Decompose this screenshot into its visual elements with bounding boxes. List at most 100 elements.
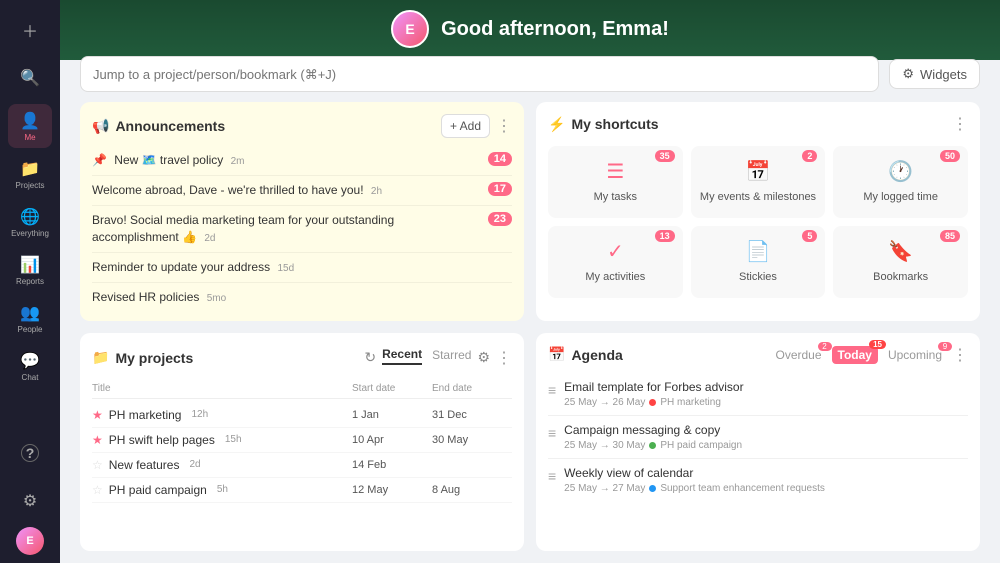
- projects-card: 📁 My projects ↻ Recent Starred ⚙ ⋮ Title…: [80, 333, 524, 552]
- user-avatar-header: E: [391, 10, 429, 48]
- projects-tabs: Recent Starred: [382, 345, 471, 365]
- bookmarks-label: Bookmarks: [873, 270, 928, 284]
- project-name-2: ★ PH swift help pages 15h: [92, 433, 352, 447]
- projects-more-button[interactable]: ⋮: [496, 348, 512, 368]
- agenda-item-1[interactable]: ≡ Email template for Forbes advisor 25 M…: [548, 373, 968, 416]
- agenda-dot-2: [649, 442, 656, 449]
- filter-icon[interactable]: ⚙: [477, 349, 490, 366]
- sidebar-item-everything[interactable]: 🌐 Everything: [8, 200, 52, 244]
- announcements-more-button[interactable]: ⋮: [496, 116, 512, 136]
- shortcut-stickies[interactable]: 5 📄 Stickies: [691, 226, 826, 298]
- search-input[interactable]: [80, 56, 879, 92]
- sidebar-item-chat[interactable]: 💬 Chat: [8, 344, 52, 388]
- shortcut-tasks[interactable]: 35 ☰ My tasks: [548, 146, 683, 218]
- announcement-item-3[interactable]: Bravo! Social media marketing team for y…: [92, 206, 512, 253]
- events-icon: 📅: [746, 159, 771, 184]
- tasks-badge: 35: [655, 150, 675, 162]
- agenda-more-button[interactable]: ⋮: [952, 345, 968, 365]
- sidebar-item-help[interactable]: ?: [8, 431, 52, 475]
- sidebar-item-me[interactable]: 👤 Me: [8, 104, 52, 148]
- shortcut-logged-time[interactable]: 50 🕐 My logged time: [833, 146, 968, 218]
- widgets-label: Widgets: [920, 67, 967, 82]
- me-icon: 👤: [20, 111, 40, 131]
- shortcuts-icon: ⚡: [548, 116, 565, 133]
- agenda-tab-overdue[interactable]: Overdue 2: [769, 346, 827, 364]
- agenda-tabs: Overdue 2 Today 15 Upcoming 9 ⋮: [769, 345, 968, 365]
- tab-starred[interactable]: Starred: [432, 346, 471, 364]
- star-icon-1: ★: [92, 408, 103, 422]
- projects-actions: ↻ Recent Starred ⚙ ⋮: [364, 345, 512, 371]
- bookmarks-icon: 🔖: [888, 239, 913, 264]
- project-name-1: ★ PH marketing 12h: [92, 408, 352, 422]
- chat-icon: 💬: [20, 351, 40, 371]
- announcements-actions: + Add ⋮: [441, 114, 512, 138]
- widgets-button[interactable]: ⚙ Widgets: [889, 59, 980, 89]
- sidebar-item-everything-label: Everything: [11, 229, 49, 238]
- reports-icon: 📊: [20, 255, 40, 275]
- widgets-icon: ⚙: [902, 66, 914, 82]
- project-row-2[interactable]: ★ PH swift help pages 15h 10 Apr 30 May: [92, 428, 512, 453]
- agenda-dot-1: [649, 399, 656, 406]
- folder-icon: 📁: [92, 349, 109, 366]
- user-avatar[interactable]: E: [16, 527, 44, 555]
- logged-label: My logged time: [863, 190, 938, 204]
- project-row-1[interactable]: ★ PH marketing 12h 1 Jan 31 Dec: [92, 403, 512, 428]
- events-badge: 2: [802, 150, 817, 162]
- project-row-3[interactable]: ☆ New features 2d 14 Feb: [92, 453, 512, 478]
- logged-badge: 50: [940, 150, 960, 162]
- add-icon: ＋: [22, 18, 38, 42]
- overdue-badge: 2: [818, 342, 832, 351]
- people-icon: 👥: [20, 303, 40, 323]
- announcement-item-2[interactable]: Welcome abroad, Dave - we're thrilled to…: [92, 176, 512, 206]
- sidebar-item-people[interactable]: 👥 People: [8, 296, 52, 340]
- activities-icon: ✓: [607, 239, 624, 264]
- project-name-3: ☆ New features 2d: [92, 458, 352, 472]
- star-icon-4: ☆: [92, 483, 103, 497]
- agenda-dot-3: [649, 485, 656, 492]
- stickies-icon: 📄: [746, 239, 771, 264]
- main-content: E Good afternoon, Emma! ⚙ Widgets 📢 Anno…: [60, 0, 1000, 563]
- sidebar-item-projects-label: Projects: [16, 181, 45, 190]
- sidebar-item-search[interactable]: 🔍: [8, 56, 52, 100]
- shortcut-bookmarks[interactable]: 85 🔖 Bookmarks: [833, 226, 968, 298]
- sidebar-item-me-label: Me: [24, 133, 35, 142]
- help-icon: ?: [21, 444, 39, 462]
- agenda-task-icon-3: ≡: [548, 468, 556, 484]
- star-icon-2: ★: [92, 433, 103, 447]
- projects-table-header: Title Start date End date: [92, 379, 512, 399]
- search-icon: 🔍: [20, 68, 40, 88]
- sidebar-item-add[interactable]: ＋: [8, 8, 52, 52]
- shortcuts-grid: 35 ☰ My tasks 2 📅 My events & milestones…: [548, 146, 968, 298]
- activities-label: My activities: [585, 270, 645, 284]
- megaphone-icon: 📢: [92, 118, 109, 135]
- announcement-item-1[interactable]: 📌 New 🗺️ travel policy 2m 14: [92, 146, 512, 176]
- tasks-icon: ☰: [606, 159, 624, 184]
- sidebar-item-projects[interactable]: 📁 Projects: [8, 152, 52, 196]
- ann-count-1: 14: [488, 152, 512, 166]
- agenda-tab-upcoming[interactable]: Upcoming 9: [882, 346, 948, 364]
- announcement-item-4[interactable]: Reminder to update your address 15d: [92, 253, 512, 283]
- shortcuts-more-button[interactable]: ⋮: [952, 114, 968, 134]
- events-label: My events & milestones: [700, 190, 816, 204]
- projects-title: 📁 My projects: [92, 349, 193, 366]
- agenda-tab-today[interactable]: Today 15: [832, 346, 878, 364]
- announcements-header: 📢 Announcements + Add ⋮: [92, 114, 512, 138]
- sidebar-item-people-label: People: [18, 325, 43, 334]
- agenda-item-3[interactable]: ≡ Weekly view of calendar 25 May → 27 Ma…: [548, 459, 968, 501]
- announcement-item-5[interactable]: Revised HR policies 5mo: [92, 283, 512, 312]
- agenda-card: 📅 Agenda Overdue 2 Today 15 Upcoming 9: [536, 333, 980, 552]
- shortcut-activities[interactable]: 13 ✓ My activities: [548, 226, 683, 298]
- shortcuts-card: ⚡ My shortcuts ⋮ 35 ☰ My tasks 2 📅 My ev…: [536, 102, 980, 321]
- refresh-icon[interactable]: ↻: [364, 349, 376, 366]
- shortcut-events[interactable]: 2 📅 My events & milestones: [691, 146, 826, 218]
- bookmarks-badge: 85: [940, 230, 960, 242]
- tab-recent[interactable]: Recent: [382, 345, 422, 365]
- ann-count-2: 17: [488, 182, 512, 196]
- search-bar-row: ⚙ Widgets: [60, 56, 1000, 102]
- agenda-item-2[interactable]: ≡ Campaign messaging & copy 25 May → 30 …: [548, 416, 968, 459]
- announcements-add-button[interactable]: + Add: [441, 114, 490, 138]
- everything-icon: 🌐: [20, 207, 40, 227]
- sidebar-item-settings[interactable]: ⚙: [8, 479, 52, 523]
- project-row-4[interactable]: ☆ PH paid campaign 5h 12 May 8 Aug: [92, 478, 512, 503]
- sidebar-item-reports[interactable]: 📊 Reports: [8, 248, 52, 292]
